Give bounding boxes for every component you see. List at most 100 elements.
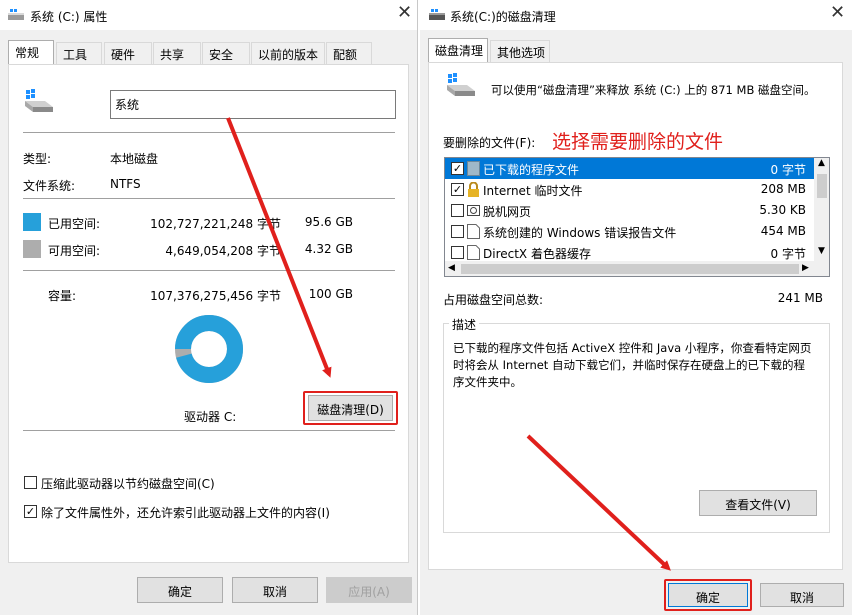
disk-usage-donut [175, 315, 243, 383]
file-list[interactable]: ✓ 已下载的程序文件 0 字节 ✓ Internet 临时文件 208 MB 脱机网页 5.3… [444, 157, 830, 277]
disk-cleanup-window: 系统(C:)的磁盘清理 ✕ 磁盘清理 其他选项 可以使用“磁盘清理”来释放 系统… [420, 0, 852, 615]
tab-tools[interactable]: 工具 [56, 42, 102, 64]
tab-hardware[interactable]: 硬件 [104, 42, 152, 64]
free-space-label: 可用空间: [48, 244, 101, 258]
type-label: 类型: [23, 152, 52, 166]
header-text: 可以使用“磁盘清理”来释放 系统 (C:) 上的 871 MB 磁盘空间。 [491, 83, 816, 97]
tab-more-options[interactable]: 其他选项 [490, 40, 550, 62]
file-icon [467, 245, 480, 260]
drive-icon [447, 73, 475, 96]
scroll-thumb[interactable] [461, 264, 799, 274]
divider [23, 430, 395, 431]
view-files-button[interactable]: 查看文件(V) [699, 490, 817, 516]
file-size: 0 字节 [770, 163, 806, 177]
lock-icon [467, 181, 480, 197]
file-checkbox[interactable]: ✓ [451, 162, 464, 175]
scroll-left-icon[interactable]: ◀ [448, 263, 455, 273]
file-name: 脱机网页 [483, 205, 532, 219]
divider [23, 198, 395, 199]
file-size: 208 MB [760, 182, 806, 196]
file-checkbox[interactable] [451, 225, 464, 238]
index-checkbox[interactable]: ✓ [24, 505, 37, 518]
file-name: 系统创建的 Windows 错误报告文件 [483, 226, 677, 240]
filesystem-label: 文件系统: [23, 179, 76, 193]
file-row[interactable]: 脱机网页 5.30 KB [445, 200, 814, 221]
file-size: 454 MB [760, 224, 806, 238]
file-row[interactable]: ✓ Internet 临时文件 208 MB [445, 179, 814, 200]
apply-button[interactable]: 应用(A) [326, 577, 412, 603]
description-title: 描述 [449, 316, 480, 333]
title-bar: 系统(C:)的磁盘清理 ✕ [420, 0, 852, 30]
divider [23, 132, 395, 133]
tab-quota[interactable]: 配额 [326, 42, 372, 64]
donut-used-arc [175, 315, 243, 383]
folder-icon [467, 161, 480, 176]
offline-pages-icon [467, 203, 480, 218]
file-icon [467, 224, 480, 239]
cancel-button[interactable]: 取消 [760, 583, 844, 607]
file-row[interactable]: ✓ 已下载的程序文件 0 字节 [445, 158, 814, 179]
filesystem-value: NTFS [110, 177, 141, 191]
drive-letter-label: 驱动器 C: [184, 410, 237, 424]
file-name: 已下载的程序文件 [483, 163, 580, 177]
file-name: DirectX 着色器缓存 [483, 247, 591, 261]
close-icon[interactable]: ✕ [830, 2, 845, 23]
compress-label: 压缩此驱动器以节约磁盘空间(C) [41, 477, 215, 491]
scroll-up-icon[interactable]: ▲ [818, 158, 825, 168]
capacity-gb: 100 GB [308, 287, 353, 301]
scroll-down-icon[interactable]: ▼ [818, 246, 825, 256]
tab-security[interactable]: 安全 [202, 42, 250, 64]
files-to-delete-label: 要删除的文件(F): [443, 136, 536, 150]
scroll-thumb[interactable] [817, 174, 827, 198]
file-checkbox[interactable] [451, 204, 464, 217]
cancel-button[interactable]: 取消 [232, 577, 318, 603]
file-size: 5.30 KB [759, 203, 806, 217]
disk-cleanup-button[interactable]: 磁盘清理(D) [308, 395, 393, 421]
free-space-gb: 4.32 GB [304, 242, 353, 256]
compress-checkbox[interactable] [24, 476, 37, 489]
capacity-bytes: 107,376,275,456 字节 [150, 289, 281, 303]
drive-icon [429, 9, 445, 20]
vertical-scrollbar[interactable]: ▲ ▼ [814, 158, 829, 261]
free-space-bytes: 4,649,054,208 字节 [165, 244, 281, 258]
divider [23, 270, 395, 271]
cleanup-panel: 可以使用“磁盘清理”来释放 系统 (C:) 上的 871 MB 磁盘空间。 要删… [428, 62, 843, 570]
tab-strip: 常规 工具 硬件 共享 安全 以前的版本 配额 [8, 40, 408, 64]
file-checkbox[interactable]: ✓ [451, 183, 464, 196]
drive-icon [8, 9, 24, 20]
total-space-label: 占用磁盘空间总数: [443, 293, 544, 307]
free-space-swatch [23, 240, 41, 258]
file-row[interactable]: DirectX 着色器缓存 0 字节 [445, 242, 814, 263]
scroll-right-icon[interactable]: ▶ [802, 263, 809, 273]
drive-properties-window: 系统 (C:) 属性 ✕ 常规 工具 硬件 共享 安全 以前的版本 配额 类型:… [0, 0, 418, 615]
used-space-gb: 95.6 GB [304, 215, 353, 229]
description-text: 已下载的程序文件包括 ActiveX 控件和 Java 小程序，你查看特定网页时… [453, 341, 812, 389]
used-space-label: 已用空间: [48, 217, 101, 231]
capacity-label: 容量: [48, 289, 77, 303]
type-value: 本地磁盘 [110, 152, 159, 166]
file-row[interactable]: 系统创建的 Windows 错误报告文件 454 MB [445, 221, 814, 242]
used-space-swatch [23, 213, 41, 231]
annotation-text: 选择需要删除的文件 [552, 131, 724, 153]
tab-general[interactable]: 常规 [8, 40, 54, 64]
tab-sharing[interactable]: 共享 [153, 42, 201, 64]
window-title: 系统(C:)的磁盘清理 [450, 10, 556, 24]
file-name: Internet 临时文件 [483, 184, 583, 198]
index-label: 除了文件属性外，还允许索引此驱动器上文件的内容(I) [41, 506, 330, 520]
file-size: 0 字节 [770, 247, 806, 261]
ok-button[interactable]: 确定 [668, 583, 748, 607]
drive-name-input[interactable] [110, 90, 396, 119]
total-space-value: 241 MB [777, 291, 823, 305]
title-bar: 系统 (C:) 属性 ✕ [0, 0, 417, 30]
ok-button[interactable]: 确定 [137, 577, 223, 603]
window-title: 系统 (C:) 属性 [30, 10, 108, 24]
drive-icon [25, 89, 53, 112]
horizontal-scrollbar[interactable]: ◀ ▶ [445, 261, 829, 276]
used-space-bytes: 102,727,221,248 字节 [150, 217, 281, 231]
tab-strip: 磁盘清理 其他选项 [428, 38, 628, 62]
file-checkbox[interactable] [451, 246, 464, 259]
tab-disk-cleanup[interactable]: 磁盘清理 [428, 38, 488, 62]
close-icon[interactable]: ✕ [397, 2, 412, 23]
general-panel: 类型: 本地磁盘 文件系统: NTFS 已用空间: 102,727,221,24… [8, 64, 409, 563]
tab-previous-versions[interactable]: 以前的版本 [251, 42, 325, 64]
